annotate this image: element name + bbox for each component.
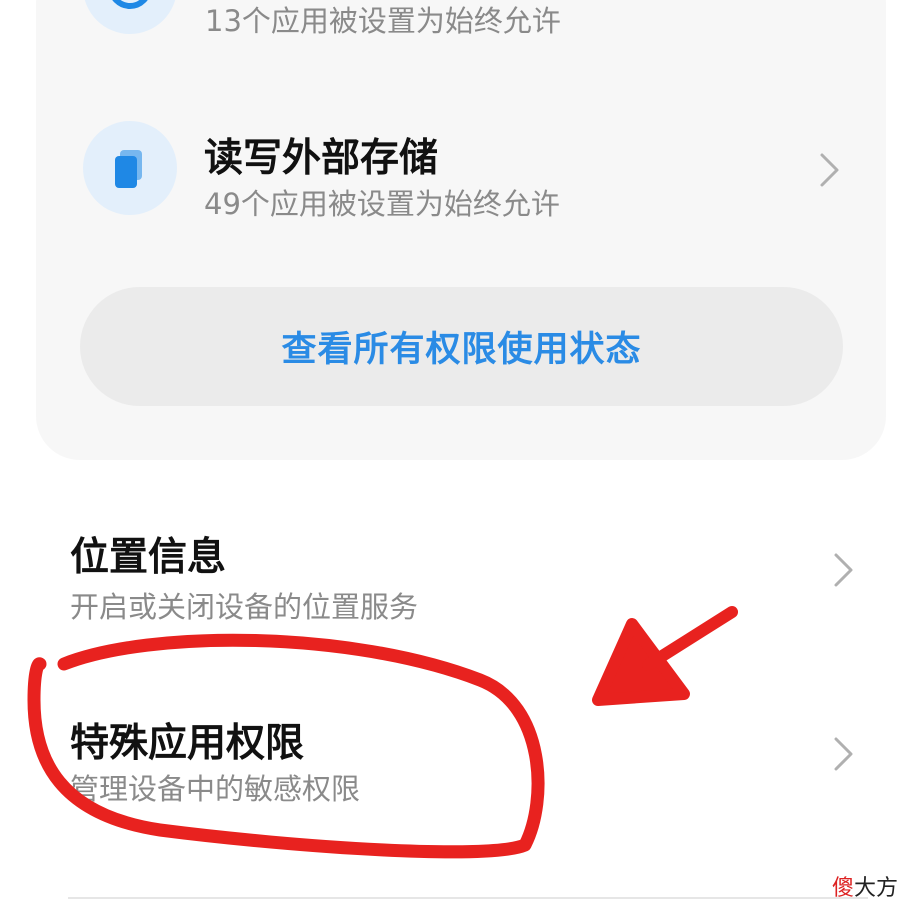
permission-subtitle: 13个应用被设置为始终允许 xyxy=(205,4,561,38)
permission-subtitle: 49个应用被设置为始终允许 xyxy=(204,187,560,221)
divider xyxy=(68,897,868,899)
watermark-first-char: 傻 xyxy=(832,876,855,901)
permission-row-top[interactable]: 13个应用被设置为始终允许 xyxy=(0,0,923,70)
clock-icon xyxy=(83,0,177,34)
watermark-rest: 大方 xyxy=(854,876,899,901)
view-all-permissions-button[interactable]: 查看所有权限使用状态 xyxy=(80,287,843,406)
chevron-right-icon xyxy=(834,737,853,771)
permission-title: 读写外部存储 xyxy=(204,136,439,181)
section-title: 位置信息 xyxy=(70,535,227,580)
section-subtitle: 管理设备中的敏感权限 xyxy=(70,772,361,806)
chevron-right-icon xyxy=(834,553,853,587)
section-title: 特殊应用权限 xyxy=(70,721,305,766)
permission-row-storage[interactable]: 读写外部存储 49个应用被设置为始终允许 xyxy=(0,115,923,225)
annotation-arrow-icon xyxy=(592,606,738,706)
chevron-right-icon xyxy=(820,153,839,187)
watermark: 傻大方 xyxy=(832,870,898,902)
storage-files-icon xyxy=(83,121,177,215)
section-subtitle: 开启或关闭设备的位置服务 xyxy=(70,590,419,624)
